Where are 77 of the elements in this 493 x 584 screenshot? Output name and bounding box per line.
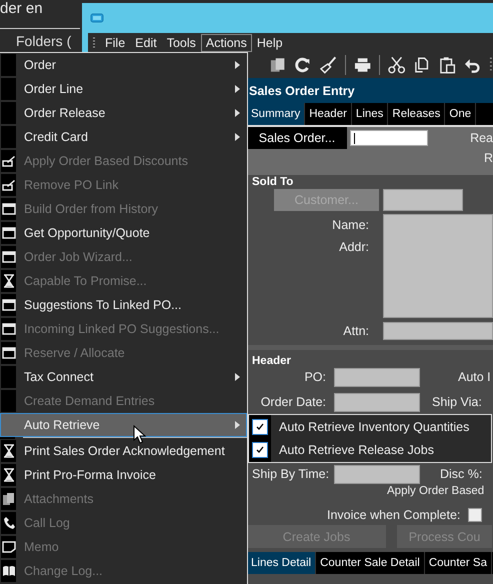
address-field[interactable] xyxy=(383,214,493,318)
refresh-icon[interactable] xyxy=(294,56,312,74)
submenu-arrow-icon xyxy=(235,109,240,117)
tab[interactable]: One xyxy=(445,103,476,125)
field-label: Rea xyxy=(470,131,493,145)
attn-field[interactable] xyxy=(383,322,493,340)
section-heading: Sold To xyxy=(251,175,294,189)
hourglass-icon xyxy=(2,444,16,458)
form-title: Sales Order Entry xyxy=(247,78,493,103)
tab[interactable]: Lines Detail xyxy=(247,552,316,574)
grip-icon xyxy=(92,36,96,48)
field-label: Addr: xyxy=(338,240,370,254)
menu-item[interactable]: Order xyxy=(0,53,247,77)
tab[interactable]: Counter Sa xyxy=(424,552,492,574)
hourglass-icon xyxy=(2,468,16,482)
mouse-pointer-icon xyxy=(133,425,147,445)
section-heading: Header xyxy=(251,354,292,368)
field-label: Apply Order Based xyxy=(387,485,484,497)
field-label: Invoice when Complete: xyxy=(327,508,460,522)
time-field[interactable] xyxy=(334,464,420,484)
sales-order-button[interactable]: Sales Order... xyxy=(247,127,347,149)
app-icon xyxy=(90,13,104,23)
menu-item[interactable]: File xyxy=(100,34,130,52)
menu-item[interactable]: Get Opportunity/Quote xyxy=(0,221,247,245)
documents-icon xyxy=(2,492,16,506)
customer-field[interactable] xyxy=(383,189,463,211)
menu-item[interactable]: Edit xyxy=(130,34,162,52)
checkmark-icon xyxy=(255,422,265,432)
menu-item[interactable]: Tax Connect xyxy=(0,365,247,389)
field-label: Auto I xyxy=(457,370,492,384)
submenu-item[interactable]: Auto Retrieve Release Jobs xyxy=(249,438,491,462)
print-icon[interactable] xyxy=(354,56,372,74)
checkbox[interactable] xyxy=(252,418,268,435)
submenu-item[interactable]: Auto Retrieve Inventory Quantities xyxy=(249,415,491,438)
folders-label: Folders ( xyxy=(16,33,72,49)
field-label: R xyxy=(484,151,493,165)
menu-item[interactable]: Credit Card xyxy=(0,125,247,149)
field-label: Ship By Time: xyxy=(251,467,330,481)
sales-order-field[interactable] xyxy=(350,130,428,146)
brush-icon[interactable] xyxy=(320,56,337,74)
submenu-arrow-icon xyxy=(235,133,240,141)
tab[interactable]: Header xyxy=(305,103,352,125)
field-label: Attn: xyxy=(342,324,370,338)
tab[interactable]: Lines xyxy=(352,103,388,125)
menu-item[interactable]: Tools xyxy=(162,34,201,52)
tab[interactable]: Releases xyxy=(388,103,446,125)
menu-item[interactable]: Help xyxy=(252,34,288,52)
documents-icon[interactable] xyxy=(269,56,286,74)
checkmark-icon xyxy=(255,445,265,456)
field-label: PO: xyxy=(303,370,327,384)
window-title: der en xyxy=(0,0,44,18)
field-label: Order Date: xyxy=(260,395,327,409)
tab[interactable]: Summary xyxy=(247,103,306,125)
submenu-arrow-icon xyxy=(235,373,240,381)
cut-icon[interactable] xyxy=(388,56,406,74)
menu-item[interactable]: Print Pro-Forma Invoice xyxy=(0,463,247,487)
field-label: Ship Via: xyxy=(431,395,483,409)
order-date-field[interactable] xyxy=(334,392,420,412)
tab[interactable]: Counter Sale Detail xyxy=(316,552,425,574)
submenu-arrow-icon xyxy=(235,421,240,429)
menu-item[interactable]: Print Sales Order Acknowledgement xyxy=(0,439,247,463)
field-label: Name: xyxy=(331,218,370,232)
po-field[interactable] xyxy=(334,368,420,386)
submenu-arrow-icon xyxy=(235,85,240,93)
checkbox[interactable] xyxy=(252,442,268,458)
menu-item[interactable]: Actions xyxy=(200,34,252,52)
menu-item[interactable]: Suggestions To Linked PO... xyxy=(0,293,247,317)
copy-icon[interactable] xyxy=(413,56,431,74)
menu-item[interactable]: Order Release xyxy=(0,101,247,125)
menu-item[interactable]: Order Line xyxy=(0,77,247,101)
checkbox[interactable] xyxy=(468,508,482,522)
hourglass-icon xyxy=(2,274,16,288)
paste-icon[interactable] xyxy=(438,56,456,74)
field-label: Disc %: xyxy=(439,467,484,481)
undo-icon[interactable] xyxy=(464,56,482,74)
submenu-arrow-icon xyxy=(235,61,240,69)
menu-item[interactable]: Auto Retrieve xyxy=(0,413,247,437)
